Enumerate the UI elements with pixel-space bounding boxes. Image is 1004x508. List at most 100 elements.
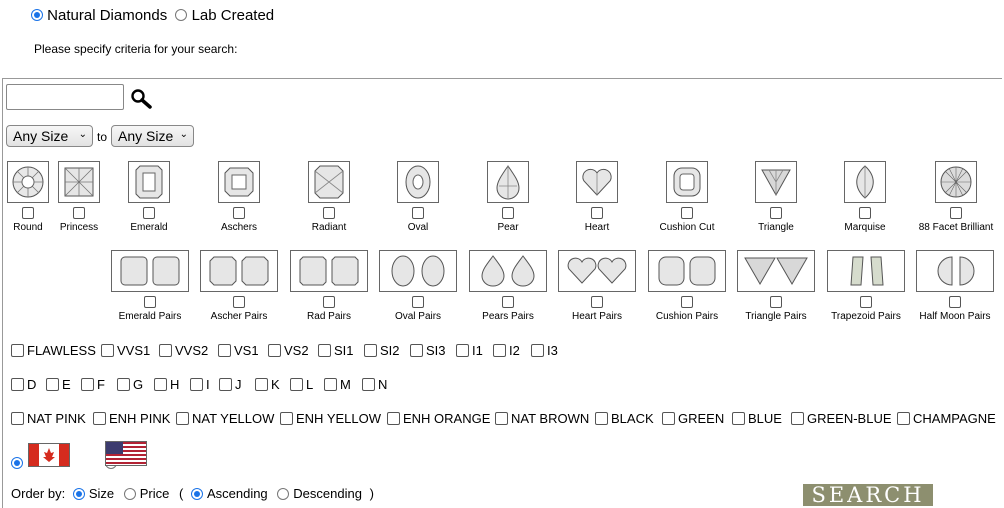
order-size-label[interactable]: Size [89,486,114,501]
color-checkbox[interactable] [290,378,303,391]
clarity-checkbox[interactable] [11,344,24,357]
clarity-i2[interactable]: I2 [493,343,520,358]
order-descending-label[interactable]: Descending [293,486,362,501]
clarity-checkbox[interactable] [159,344,172,357]
fancy-color-checkbox[interactable] [595,412,608,425]
order-size-radio[interactable] [72,488,85,500]
clarity-checkbox[interactable] [218,344,231,357]
fancy-enh-yellow[interactable]: ENH YELLOW [280,411,381,426]
color-k[interactable]: K [255,377,280,392]
clarity-checkbox[interactable] [364,344,377,357]
heart-checkbox[interactable] [591,207,603,219]
clarity-vs1[interactable]: VS1 [218,343,259,358]
color-n[interactable]: N [362,377,387,392]
fancy-nat-pink[interactable]: NAT PINK [11,411,86,426]
clarity-checkbox[interactable] [531,344,544,357]
clarity-checkbox[interactable] [493,344,506,357]
clarity-checkbox[interactable] [318,344,331,357]
clarity-checkbox[interactable] [410,344,423,357]
color-checkbox[interactable] [255,378,268,391]
clarity-checkbox[interactable] [268,344,281,357]
usa-flag-icon[interactable] [105,441,147,466]
fancy-enh-orange[interactable]: ENH ORANGE [387,411,490,426]
clarity-si3[interactable]: SI3 [410,343,446,358]
fancy-color-checkbox[interactable] [11,412,24,425]
fancy-green-blue[interactable]: GREEN-BLUE [791,411,892,426]
order-ascending-radio[interactable] [190,488,203,500]
color-i[interactable]: I [190,377,210,392]
color-f[interactable]: F [81,377,105,392]
color-g[interactable]: G [117,377,143,392]
clarity-checkbox[interactable] [101,344,114,357]
heart-pairs-checkbox[interactable] [591,296,603,308]
search-button[interactable]: SEARCH [803,484,933,506]
fancy-color-checkbox[interactable] [791,412,804,425]
fancy-blue[interactable]: BLUE [732,411,782,426]
fancy-enh-pink[interactable]: ENH PINK [93,411,170,426]
color-checkbox[interactable] [190,378,203,391]
order-price-label[interactable]: Price [140,486,170,501]
clarity-i1[interactable]: I1 [456,343,483,358]
clarity-vs2[interactable]: VS2 [268,343,309,358]
color-checkbox[interactable] [154,378,167,391]
color-m[interactable]: M [324,377,351,392]
lab-created-radio[interactable] [175,9,188,21]
clarity-flawless[interactable]: FLAWLESS [11,343,96,358]
color-checkbox[interactable] [219,378,232,391]
lab-created-label[interactable]: Lab Created [192,7,275,24]
color-checkbox[interactable] [81,378,94,391]
fancy-green[interactable]: GREEN [662,411,724,426]
cushion-cut-checkbox[interactable] [681,207,693,219]
triangle-pairs-checkbox[interactable] [770,296,782,308]
natural-diamonds-label[interactable]: Natural Diamonds [47,7,167,24]
fancy-black[interactable]: BLACK [595,411,654,426]
aschers-checkbox[interactable] [233,207,245,219]
fancy-color-checkbox[interactable] [176,412,189,425]
clarity-vvs1[interactable]: VVS1 [101,343,150,358]
radiant-checkbox[interactable] [323,207,335,219]
color-checkbox[interactable] [117,378,130,391]
fancy-color-checkbox[interactable] [897,412,910,425]
fancy-champagne[interactable]: CHAMPAGNE [897,411,996,426]
color-d[interactable]: D [11,377,36,392]
color-checkbox[interactable] [324,378,337,391]
color-checkbox[interactable] [46,378,59,391]
order-descending-radio[interactable] [277,488,290,500]
canada-flag-icon[interactable] [28,443,70,467]
clarity-checkbox[interactable] [456,344,469,357]
clarity-si1[interactable]: SI1 [318,343,354,358]
color-checkbox[interactable] [11,378,24,391]
color-e[interactable]: E [46,377,71,392]
half-moon-pairs-checkbox[interactable] [949,296,961,308]
princess-checkbox[interactable] [73,207,85,219]
color-checkbox[interactable] [362,378,375,391]
round-checkbox[interactable] [22,207,34,219]
clarity-vvs2[interactable]: VVS2 [159,343,208,358]
size-to-select[interactable]: Any Size ⌄ [111,125,194,147]
oval-checkbox[interactable] [412,207,424,219]
marquise-checkbox[interactable] [859,207,871,219]
fancy-color-checkbox[interactable] [387,412,400,425]
fancy-color-checkbox[interactable] [93,412,106,425]
88-facet-brilliant-checkbox[interactable] [950,207,962,219]
fancy-nat-brown[interactable]: NAT BROWN [495,411,589,426]
emerald-checkbox[interactable] [143,207,155,219]
search-icon[interactable] [130,88,152,110]
canada-currency-radio[interactable] [11,456,23,469]
search-input[interactable] [6,84,124,110]
color-l[interactable]: L [290,377,313,392]
color-h[interactable]: H [154,377,179,392]
order-ascending-label[interactable]: Ascending [207,486,268,501]
size-from-select[interactable]: Any Size ⌄ [6,125,93,147]
color-j[interactable]: J [219,377,242,392]
pear-checkbox[interactable] [502,207,514,219]
fancy-color-checkbox[interactable] [280,412,293,425]
pears-pairs-checkbox[interactable] [502,296,514,308]
rad-pairs-checkbox[interactable] [323,296,335,308]
fancy-nat-yellow[interactable]: NAT YELLOW [176,411,274,426]
fancy-color-checkbox[interactable] [732,412,745,425]
oval-pairs-checkbox[interactable] [412,296,424,308]
order-price-radio[interactable] [123,488,136,500]
fancy-color-checkbox[interactable] [495,412,508,425]
emerald-pairs-checkbox[interactable] [144,296,156,308]
